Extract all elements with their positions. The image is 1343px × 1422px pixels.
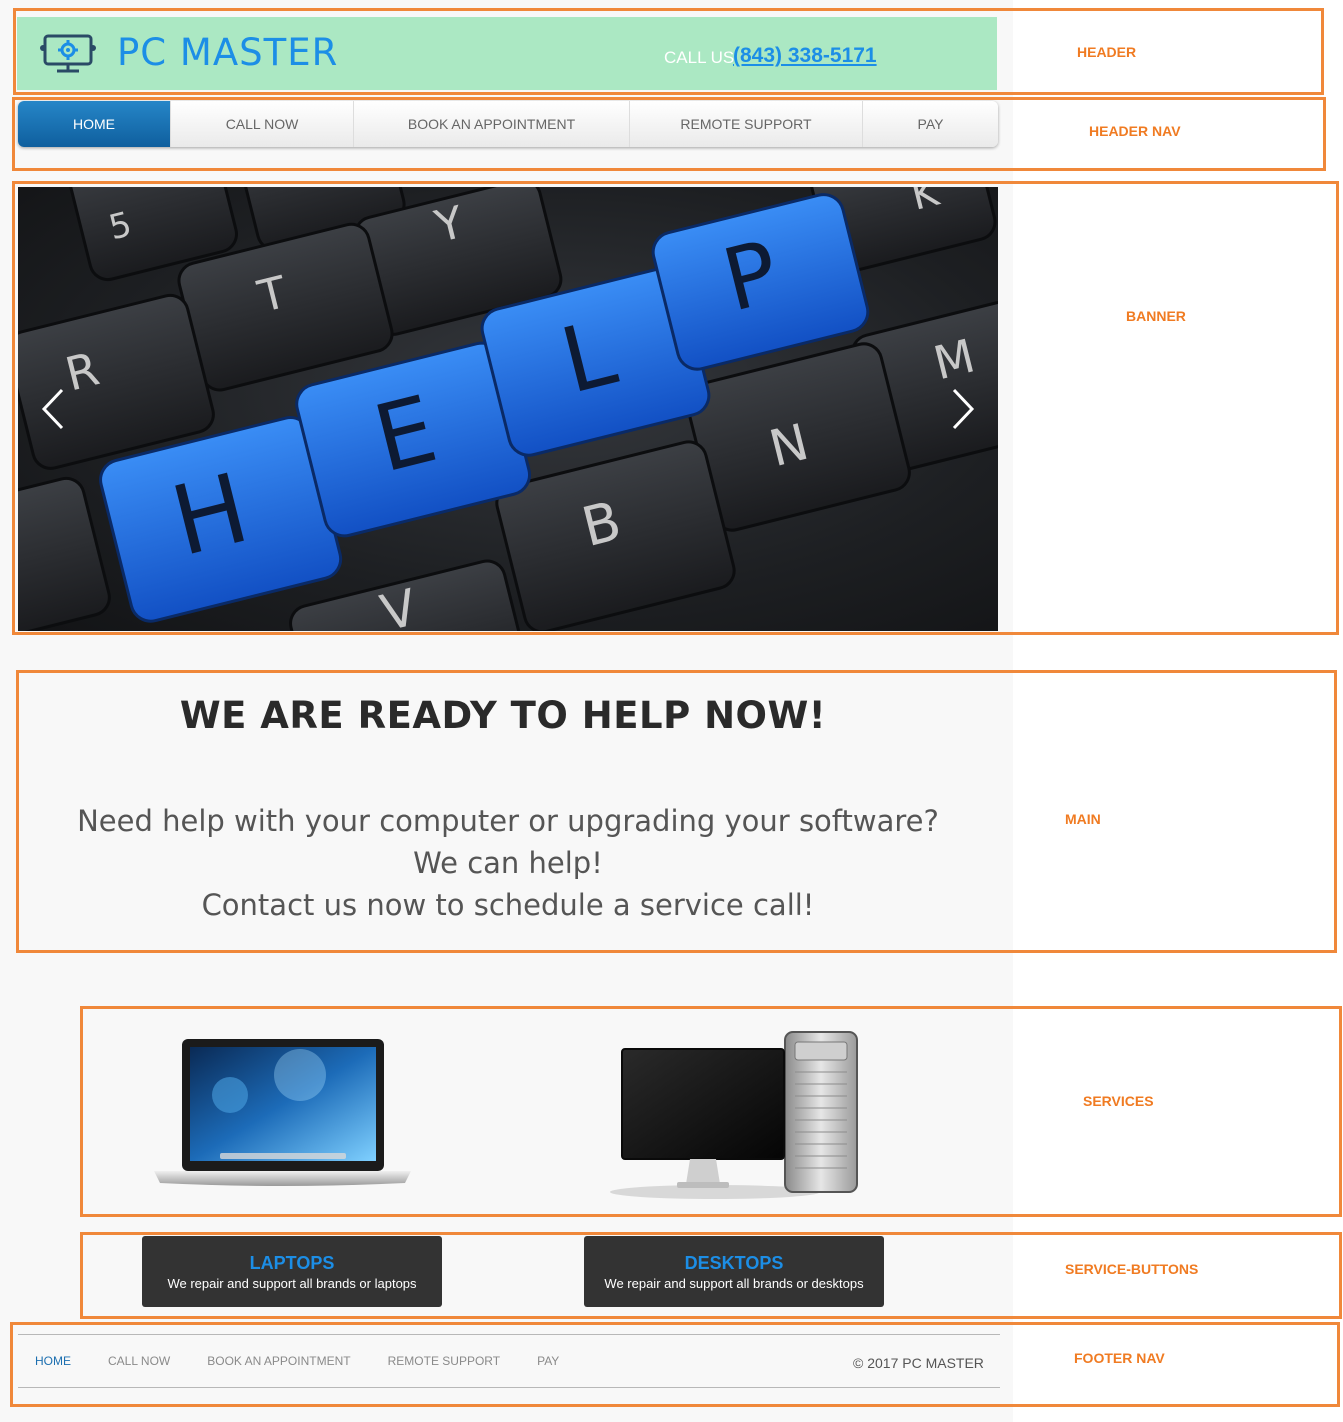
annotation-label-header: HEADER — [1077, 44, 1137, 60]
annotation-label-services: SERVICES — [1083, 1093, 1154, 1109]
annotation-box-services — [80, 1006, 1342, 1217]
annotation-label-main: MAIN — [1065, 811, 1101, 827]
annotation-box-banner — [12, 181, 1339, 635]
annotation-box-main — [16, 670, 1337, 953]
annotation-label-banner: BANNER — [1126, 308, 1186, 324]
annotation-label-header-nav: HEADER NAV — [1089, 123, 1181, 139]
annotation-label-service-buttons: SERVICE-BUTTONS — [1065, 1261, 1199, 1277]
annotation-label-footer-nav: FOOTER NAV — [1074, 1350, 1165, 1366]
